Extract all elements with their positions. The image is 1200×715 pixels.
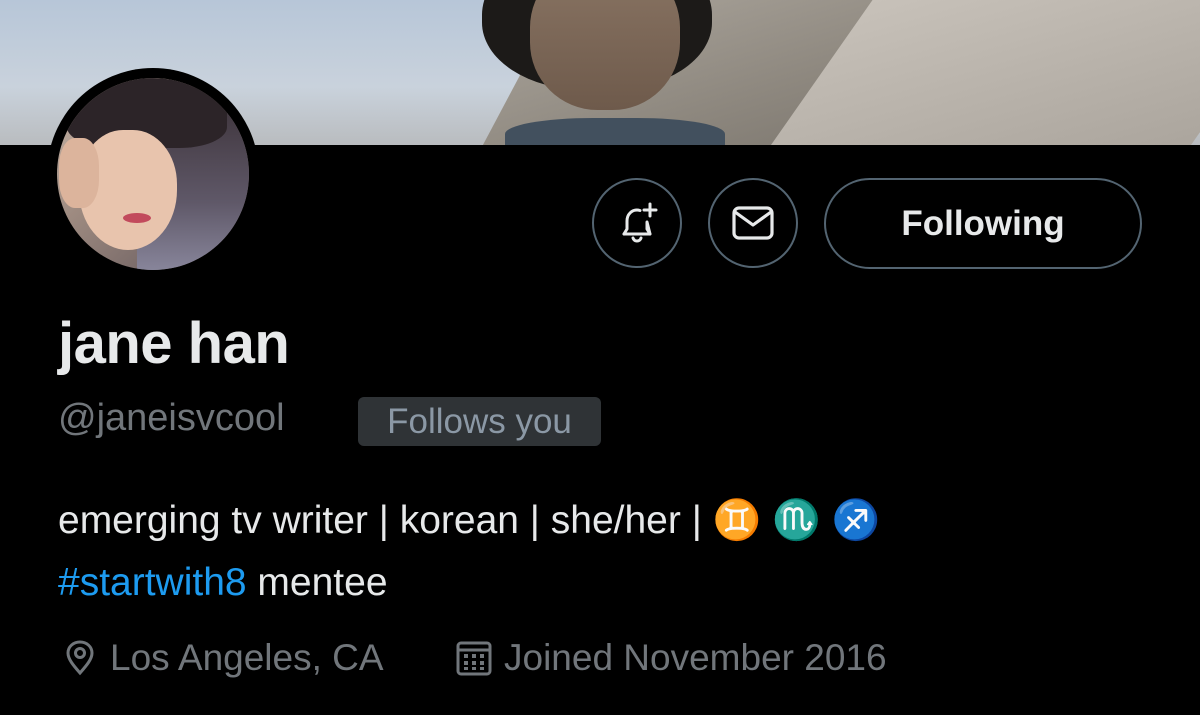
- joined-item: Joined November 2016: [454, 637, 887, 679]
- banner-shirt: [505, 118, 725, 145]
- location-text: Los Angeles, CA: [110, 637, 384, 678]
- avatar-lips: [123, 213, 151, 223]
- bio-line-1: emerging tv writer | korean | she/her | …: [58, 499, 881, 542]
- display-name: jane han: [58, 311, 290, 376]
- follows-you-badge: Follows you: [358, 397, 601, 446]
- bio-text: mentee: [246, 561, 388, 604]
- calendar-icon: [456, 641, 492, 676]
- joined-text: Joined November 2016: [504, 637, 887, 678]
- message-button[interactable]: [708, 178, 798, 268]
- avatar-photo: [57, 78, 249, 270]
- following-button[interactable]: Following: [824, 178, 1142, 269]
- hashtag-link[interactable]: #startwith8: [58, 561, 247, 604]
- notify-button[interactable]: [592, 178, 682, 268]
- username-handle: @janeisvcool: [58, 397, 285, 439]
- envelope-icon: [732, 206, 774, 240]
- location-item: Los Angeles, CA: [60, 637, 384, 679]
- bio-line-2: #startwith8 mentee: [58, 561, 388, 605]
- avatar-hand: [59, 138, 99, 208]
- location-pin-icon: [66, 640, 94, 676]
- avatar[interactable]: [47, 68, 259, 280]
- bell-plus-icon: [622, 202, 658, 243]
